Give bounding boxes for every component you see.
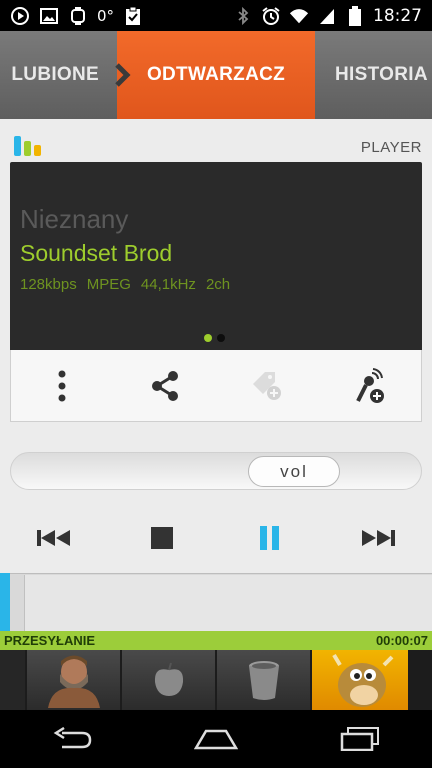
dedication-button[interactable] xyxy=(319,350,422,421)
previous-button[interactable] xyxy=(0,508,108,568)
transfer-label: PRZESYŁANIE xyxy=(4,633,96,648)
tab-label: HISTORIA xyxy=(335,64,428,85)
sample-rate: 44,1kHz xyxy=(140,276,196,293)
clock: 18:27 xyxy=(373,5,422,26)
artist-name: Nieznany xyxy=(20,204,129,234)
volume-slider[interactable] xyxy=(10,452,422,490)
degree-readout: 0° xyxy=(97,6,115,25)
more-vertical-icon xyxy=(58,370,66,401)
skip-previous-icon xyxy=(37,530,70,546)
clipboard-check-icon xyxy=(123,6,143,26)
playlist-accent xyxy=(0,573,10,631)
alarm-icon xyxy=(261,6,281,26)
page-dot xyxy=(217,334,225,342)
volume-label: vol xyxy=(280,461,308,481)
back-button[interactable] xyxy=(0,710,144,768)
bucket-icon xyxy=(248,661,279,700)
pause-icon xyxy=(260,526,279,550)
stop-button[interactable] xyxy=(108,508,216,568)
playlist-panel[interactable] xyxy=(24,575,432,631)
track-title: Soundset Brod xyxy=(20,240,173,266)
channels: 2ch xyxy=(205,276,231,293)
recents-icon xyxy=(340,727,379,751)
page-dot-active xyxy=(204,334,212,342)
tab-label: LUBIONE xyxy=(11,64,99,85)
thumbnail-row xyxy=(0,650,432,710)
transfer-time: 00:00:07 xyxy=(375,633,428,648)
transport-controls xyxy=(0,508,432,568)
wifi-icon xyxy=(289,6,309,26)
tab-lubione[interactable]: LUBIONE xyxy=(0,31,117,119)
status-bar: 0° 18:27 xyxy=(0,0,432,31)
image-icon xyxy=(39,6,59,26)
skip-next-icon xyxy=(362,530,395,546)
tab-historia[interactable]: HISTORIA xyxy=(315,31,432,119)
codec: MPEG xyxy=(86,276,131,293)
mic-add-icon xyxy=(355,367,384,403)
apple-icon xyxy=(154,662,183,696)
tag-add-icon xyxy=(253,371,282,400)
play-circle-icon xyxy=(10,6,30,26)
navigation-bar xyxy=(0,710,432,768)
recents-button[interactable] xyxy=(288,710,432,768)
battery-icon xyxy=(345,5,365,26)
bucket-thumb[interactable] xyxy=(217,650,310,710)
now-playing-card[interactable]: Nieznany Soundset Brod 128kbps MPEG 44,1… xyxy=(10,162,422,350)
tab-odtwarzacz[interactable]: ODTWARZACZ xyxy=(117,31,315,119)
man-thumb[interactable] xyxy=(27,650,120,710)
pause-button[interactable] xyxy=(216,508,324,568)
signal-icon xyxy=(317,6,337,26)
home-button[interactable] xyxy=(144,710,288,768)
section-label: PLAYER xyxy=(360,139,422,156)
bitrate: 128kbps xyxy=(20,276,77,293)
tab-bar: LUBIONE ODTWARZACZ HISTORIA xyxy=(0,31,432,119)
share-button[interactable] xyxy=(114,350,217,421)
cow-thumb[interactable] xyxy=(312,650,408,710)
apple-thumb[interactable] xyxy=(122,650,215,710)
chevron-right-icon xyxy=(115,63,131,87)
volume-handle[interactable]: vol xyxy=(248,456,340,487)
bluetooth-icon xyxy=(233,6,253,26)
player-logo-icon xyxy=(14,134,44,156)
add-tag-button[interactable] xyxy=(216,350,319,421)
share-icon xyxy=(151,370,178,401)
page-indicator xyxy=(204,334,225,342)
action-bar xyxy=(10,350,422,422)
more-button[interactable] xyxy=(11,350,114,421)
back-icon xyxy=(53,727,92,749)
next-button[interactable] xyxy=(324,508,432,568)
transfer-bar: PRZESYŁANIE 00:00:07 xyxy=(0,631,432,650)
watch-icon xyxy=(68,6,88,26)
tab-label: ODTWARZACZ xyxy=(146,64,286,85)
home-icon xyxy=(194,729,238,750)
stop-icon xyxy=(151,527,173,549)
stream-info: 128kbps MPEG 44,1kHz 2ch xyxy=(20,276,230,293)
cow-icon xyxy=(332,653,394,707)
thumbnail-edge xyxy=(0,650,25,710)
man-icon xyxy=(47,655,100,708)
